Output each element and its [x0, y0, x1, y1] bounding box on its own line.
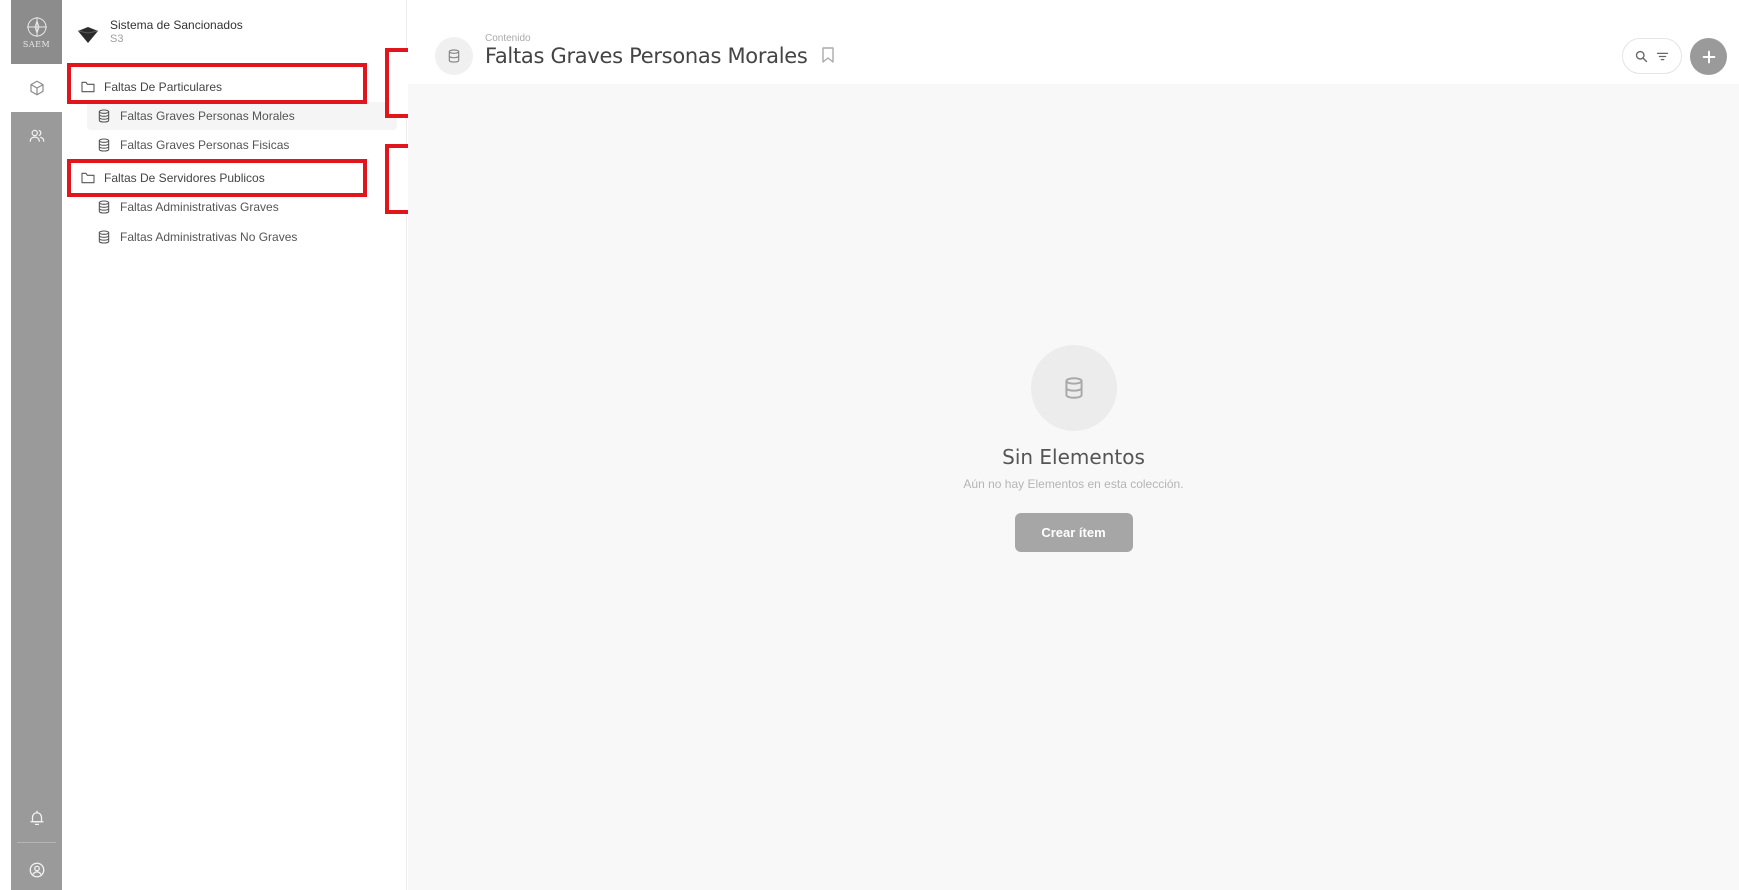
annotation-box-1: [67, 63, 367, 104]
breadcrumb[interactable]: Contenido: [485, 33, 531, 44]
plus-icon: [1702, 50, 1715, 63]
create-item-button[interactable]: Crear ítem: [1014, 513, 1133, 552]
collection-faltas-administrativas-graves[interactable]: Faltas Administrativas Graves: [87, 193, 397, 221]
search-icon: [1635, 50, 1648, 62]
rail-item-users[interactable]: [11, 112, 62, 160]
collection-icon-badge: [435, 37, 473, 75]
add-item-button[interactable]: [1690, 38, 1727, 75]
icon-rail: SAEM: [11, 0, 62, 890]
collection-label: Faltas Graves Personas Fisicas: [120, 138, 290, 152]
project-title: Sistema de Sancionados: [110, 18, 243, 32]
bookmark-icon[interactable]: [821, 47, 835, 63]
page-header: Contenido Faltas Graves Personas Morales: [408, 0, 1739, 84]
search-filter-button[interactable]: [1622, 38, 1682, 74]
collection-label: Faltas Administrativas Graves: [120, 200, 279, 214]
user-circle-icon: [29, 862, 44, 878]
page-title: Faltas Graves Personas Morales: [485, 44, 808, 68]
project-header[interactable]: Sistema de Sancionados S3: [78, 18, 243, 45]
collection-faltas-graves-personas-fisicas[interactable]: Faltas Graves Personas Fisicas: [87, 131, 397, 159]
rail-item-profile[interactable]: [11, 846, 62, 890]
database-icon: [98, 138, 110, 152]
database-icon: [98, 200, 110, 214]
collection-faltas-administrativas-no-graves[interactable]: Faltas Administrativas No Graves: [87, 223, 397, 251]
box-icon: [29, 80, 44, 96]
database-icon: [98, 109, 110, 123]
collection-label: Faltas Graves Personas Morales: [120, 109, 295, 123]
collection-label: Faltas Administrativas No Graves: [120, 230, 298, 244]
rail-item-content[interactable]: [11, 64, 62, 112]
empty-state-icon-badge: [1030, 345, 1117, 431]
rail-divider: [17, 842, 56, 843]
rail-item-notifications[interactable]: [11, 794, 62, 842]
filter-icon: [1656, 52, 1669, 60]
users-icon: [29, 129, 44, 142]
database-icon: [1064, 377, 1083, 399]
database-icon: [448, 49, 460, 63]
database-icon: [98, 230, 110, 244]
empty-state-subtitle: Aún no hay Elementos en esta colección.: [963, 477, 1184, 491]
empty-state: Sin Elementos Aún no hay Elementos en es…: [408, 345, 1739, 552]
navigation-panel: Sistema de Sancionados S3 Faltas De Part…: [62, 0, 407, 890]
main-content: Contenido Faltas Graves Personas Morales: [408, 0, 1739, 890]
app-logo[interactable]: SAEM: [11, 0, 62, 64]
collection-faltas-graves-personas-morales[interactable]: Faltas Graves Personas Morales: [87, 102, 397, 130]
empty-state-title: Sin Elementos: [1002, 445, 1145, 469]
annotation-box-2: [67, 159, 367, 197]
logo-text: SAEM: [22, 40, 51, 49]
bell-icon: [29, 810, 44, 826]
project-logo-icon: [78, 27, 98, 43]
compass-logo-icon: [26, 17, 47, 37]
project-subtitle: S3: [110, 33, 124, 45]
